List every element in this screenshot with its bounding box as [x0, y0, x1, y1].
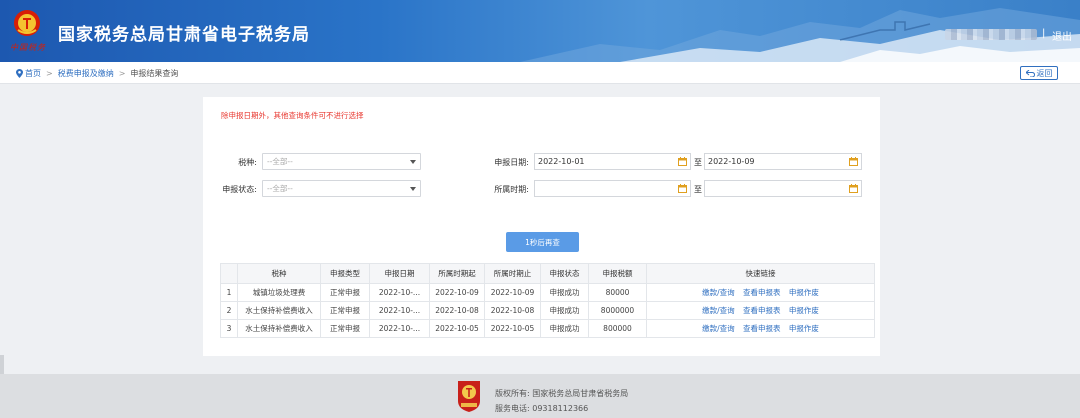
period-range-to: 至 [694, 185, 702, 194]
cell-type: 正常申报 [320, 301, 370, 320]
col-header-end: 所属时期止 [484, 263, 541, 284]
logout-link[interactable]: 退出 [1052, 28, 1072, 43]
warning-text: 除申报日期外，其他查询条件可不进行选择 [221, 111, 364, 120]
col-header-amount: 申报税额 [588, 263, 647, 284]
void-declaration-link[interactable]: 申报作废 [789, 324, 819, 333]
return-arrow-icon [1025, 69, 1035, 77]
cell-amount: 80000 [588, 283, 647, 302]
back-button-label: 返回 [1036, 68, 1053, 78]
cell-links: 缴款/查询 查看申报表 申报作废 [646, 283, 875, 302]
col-header-status: 申报状态 [540, 263, 589, 284]
status-label: 申报状态: [222, 185, 257, 194]
user-name-blurred [945, 29, 1037, 40]
tax-type-label: 税种: [238, 158, 257, 167]
cell-date: 2022-10-... [369, 283, 430, 302]
tax-type-select[interactable]: --全部-- [262, 153, 421, 170]
tax-badge-icon [458, 381, 480, 412]
cell-date: 2022-10-... [369, 319, 430, 338]
void-declaration-link[interactable]: 申报作废 [789, 288, 819, 297]
page-footer: 版权所有: 国家税务总局甘肃省税务局 服务电话: 09318112366 [0, 374, 1080, 418]
top-header: 中国税务 国家税务总局甘肃省电子税务局 | 退出 [0, 0, 1080, 62]
cell-amount: 8000000 [588, 301, 647, 320]
left-edge-strip [0, 355, 4, 374]
calendar-icon[interactable] [849, 184, 858, 193]
cell-end: 2022-10-08 [484, 301, 541, 320]
cell-index: 3 [220, 319, 238, 338]
cell-status: 申报成功 [540, 301, 589, 320]
cell-amount: 800000 [588, 319, 647, 338]
declare-date-to-input[interactable]: 2022-10-09 [704, 153, 862, 170]
col-header-links: 快速链接 [646, 263, 875, 284]
calendar-icon[interactable] [678, 157, 687, 166]
view-declaration-link[interactable]: 查看申报表 [743, 324, 781, 333]
breadcrumb-current: 申报结果查询 [130, 69, 179, 78]
declare-date-label: 申报日期: [494, 158, 529, 167]
query-button[interactable]: 1秒后再查 [506, 232, 579, 252]
col-header-index [220, 263, 238, 284]
cell-tax: 水土保持补偿费收入 [237, 301, 321, 320]
cell-tax: 城镇垃圾处理费 [237, 283, 321, 302]
breadcrumb-bar: 首页 > 税费申报及缴纳 > 申报结果查询 返回 [0, 62, 1080, 84]
cell-date: 2022-10-... [369, 301, 430, 320]
declare-date-to-value: 2022-10-09 [708, 157, 755, 166]
cell-end: 2022-10-09 [484, 283, 541, 302]
table-header-row: 税种 申报类型 申报日期 所属时期起 所属时期止 申报状态 申报税额 快速链接 [220, 263, 875, 284]
table-row: 3 水土保持补偿费收入 正常申报 2022-10-... 2022-10-05 … [220, 319, 875, 338]
tax-emblem-icon [14, 10, 40, 36]
header-separator: | [1042, 28, 1046, 39]
cell-links: 缴款/查询 查看申报表 申报作废 [646, 319, 875, 338]
calendar-icon[interactable] [678, 184, 687, 193]
col-header-type: 申报类型 [320, 263, 370, 284]
breadcrumb-tax-declare[interactable]: 税费申报及缴纳 [58, 68, 114, 79]
results-table: 税种 申报类型 申报日期 所属时期起 所属时期止 申报状态 申报税额 快速链接 … [220, 263, 875, 338]
cell-index: 1 [220, 283, 238, 302]
cell-status: 申报成功 [540, 319, 589, 338]
view-declaration-link[interactable]: 查看申报表 [743, 306, 781, 315]
period-to-input[interactable] [704, 180, 862, 197]
table-row: 1 城镇垃圾处理费 正常申报 2022-10-... 2022-10-09 20… [220, 283, 875, 302]
logo-script: 中国税务 [10, 43, 46, 52]
view-declaration-link[interactable]: 查看申报表 [743, 288, 781, 297]
location-pin-icon [16, 69, 23, 78]
cell-type: 正常申报 [320, 319, 370, 338]
cell-links: 缴款/查询 查看申报表 申报作废 [646, 301, 875, 320]
breadcrumb-sep: > [46, 69, 53, 78]
status-select[interactable]: --全部-- [262, 180, 421, 197]
footer-copyright: 版权所有: 国家税务总局甘肃省税务局 [495, 389, 629, 398]
query-panel: 除申报日期外，其他查询条件可不进行选择 税种: --全部-- 申报日期: 202… [203, 97, 880, 356]
site-title: 国家税务总局甘肃省电子税务局 [58, 25, 310, 45]
cell-end: 2022-10-05 [484, 319, 541, 338]
declare-date-from-value: 2022-10-01 [538, 157, 585, 166]
period-from-input[interactable] [534, 180, 691, 197]
void-declaration-link[interactable]: 申报作废 [789, 306, 819, 315]
pay-query-link[interactable]: 缴款/查询 [702, 288, 735, 297]
breadcrumb: 首页 > 税费申报及缴纳 > 申报结果查询 [16, 68, 178, 79]
cell-start: 2022-10-08 [429, 301, 485, 320]
col-header-tax: 税种 [237, 263, 321, 284]
cell-status: 申报成功 [540, 283, 589, 302]
chevron-down-icon [410, 160, 416, 164]
breadcrumb-home[interactable]: 首页 [25, 68, 41, 79]
cell-tax: 水土保持补偿费收入 [237, 319, 321, 338]
chevron-down-icon [410, 187, 416, 191]
cell-index: 2 [220, 301, 238, 320]
footer-info: 版权所有: 国家税务总局甘肃省税务局 服务电话: 09318112366 [495, 386, 628, 416]
back-button[interactable]: 返回 [1020, 66, 1058, 80]
declare-date-from-input[interactable]: 2022-10-01 [534, 153, 691, 170]
cell-start: 2022-10-09 [429, 283, 485, 302]
calendar-icon[interactable] [849, 157, 858, 166]
table-row: 2 水土保持补偿费收入 正常申报 2022-10-... 2022-10-08 … [220, 301, 875, 320]
period-label: 所属时期: [494, 185, 529, 194]
footer-phone: 服务电话: 09318112366 [495, 404, 589, 413]
cell-type: 正常申报 [320, 283, 370, 302]
cell-start: 2022-10-05 [429, 319, 485, 338]
col-header-start: 所属时期起 [429, 263, 485, 284]
breadcrumb-sep: > [118, 69, 126, 78]
status-value: --全部-- [267, 184, 293, 193]
col-header-date: 申报日期 [369, 263, 430, 284]
tax-type-value: --全部-- [267, 157, 293, 166]
date-range-to: 至 [694, 158, 702, 167]
pay-query-link[interactable]: 缴款/查询 [702, 324, 735, 333]
pay-query-link[interactable]: 缴款/查询 [702, 306, 735, 315]
